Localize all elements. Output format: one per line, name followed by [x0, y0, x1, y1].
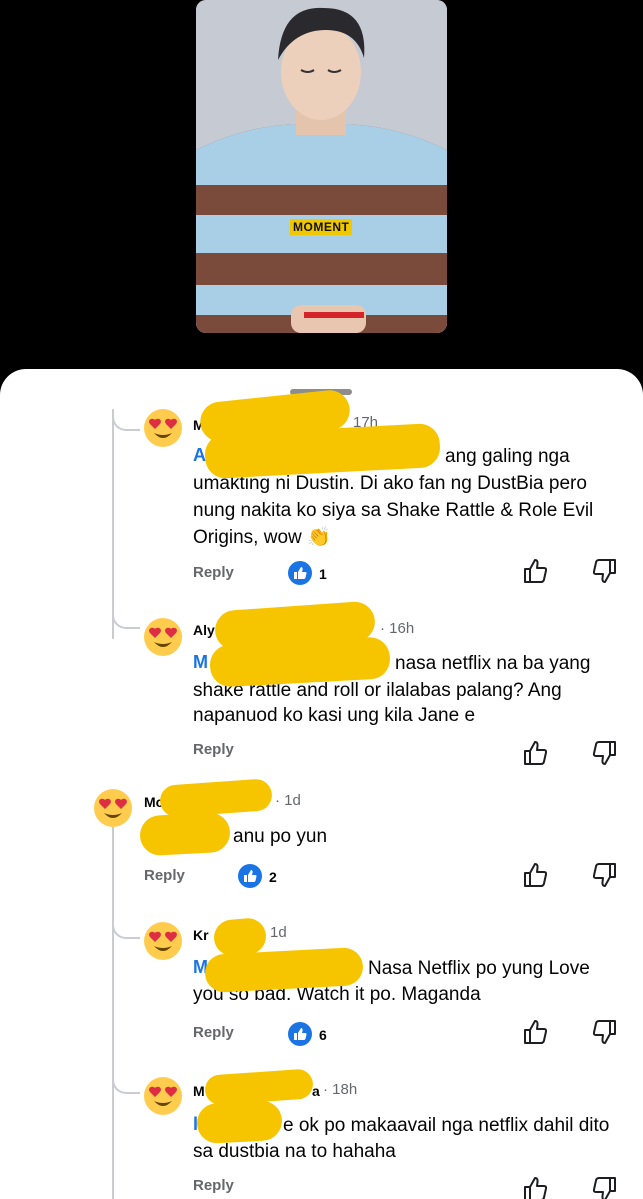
- comments-sheet[interactable]: M 17h A ang galing nga umakting ni Dusti…: [0, 369, 643, 1199]
- comment-time: · 16h: [380, 620, 415, 637]
- heart-eyes-emoji-avatar[interactable]: [93, 788, 133, 828]
- thumbs-down-icon[interactable]: [590, 739, 618, 767]
- comment-time: · 1d: [275, 792, 301, 809]
- heart-eyes-emoji-avatar[interactable]: [143, 617, 183, 657]
- video-area: MOMENT: [0, 0, 643, 372]
- like-reaction-icon: [288, 1022, 312, 1046]
- reply-button[interactable]: Reply: [144, 867, 185, 884]
- commenter-name[interactable]: Kr: [193, 927, 209, 943]
- thumbs-down-icon[interactable]: [590, 1175, 618, 1199]
- like-reaction-icon: [238, 864, 262, 888]
- redaction-mark: [212, 916, 268, 958]
- like-reaction-icon: [288, 561, 312, 585]
- commenter-name-tail[interactable]: a: [312, 1083, 320, 1099]
- thumbs-up-icon[interactable]: [522, 739, 550, 767]
- thumbs-up-icon[interactable]: [522, 557, 550, 585]
- heart-eyes-emoji-avatar[interactable]: [143, 921, 183, 961]
- like-count: 2: [269, 869, 277, 885]
- video-thumbnail[interactable]: MOMENT: [196, 0, 447, 333]
- mention-tag[interactable]: A: [193, 445, 206, 466]
- reply-button[interactable]: Reply: [193, 1024, 234, 1041]
- commenter-name[interactable]: M: [193, 1083, 205, 1099]
- heart-eyes-emoji-avatar[interactable]: [143, 408, 183, 448]
- thread-line: [112, 827, 114, 1199]
- thumbs-up-icon[interactable]: [522, 1175, 550, 1199]
- commenter-name[interactable]: Aly: [193, 622, 215, 638]
- comment-text-line: anu po yun: [233, 826, 328, 847]
- redaction-mark: [139, 811, 231, 857]
- thumbs-down-icon[interactable]: [590, 1018, 618, 1046]
- thread-elbow: [112, 1072, 140, 1094]
- comment-text-line: Origins, wow 👏: [193, 527, 331, 548]
- thread-elbow: [112, 409, 140, 431]
- thread-line: [112, 409, 114, 639]
- like-count: 6: [319, 1027, 327, 1043]
- comment-text-line: nung nakita ko siya sa Shake Rattle & Ro…: [193, 500, 594, 521]
- thread-elbow: [112, 607, 140, 629]
- person-image: [196, 0, 447, 333]
- comment-time: 1d: [270, 924, 287, 941]
- comment-text-line: nasa netflix na ba yang: [395, 653, 591, 674]
- comment-text-line: napanuod ko kasi ung kila Jane e: [193, 705, 476, 726]
- thumbs-down-icon[interactable]: [590, 861, 618, 889]
- comment-text-line: e ok po makaavail nga netflix dahil dito: [283, 1115, 610, 1136]
- redaction-mark: [159, 778, 273, 818]
- thumbs-up-icon[interactable]: [522, 861, 550, 889]
- reply-button[interactable]: Reply: [193, 741, 234, 758]
- thumbs-up-icon[interactable]: [522, 1018, 550, 1046]
- mention-tag[interactable]: M: [193, 652, 208, 673]
- thumbs-down-icon[interactable]: [590, 557, 618, 585]
- comment-text-line: Nasa Netflix po yung Love: [368, 958, 590, 979]
- redaction-mark: [196, 1099, 283, 1145]
- reply-button[interactable]: Reply: [193, 564, 234, 581]
- like-count: 1: [319, 566, 327, 582]
- thread-elbow: [112, 917, 140, 939]
- comment-time: · 18h: [323, 1081, 358, 1098]
- moment-badge: MOMENT: [290, 219, 353, 235]
- comment-text-line: ang galing nga: [445, 446, 570, 467]
- reply-button[interactable]: Reply: [193, 1177, 234, 1194]
- heart-eyes-emoji-avatar[interactable]: [143, 1076, 183, 1116]
